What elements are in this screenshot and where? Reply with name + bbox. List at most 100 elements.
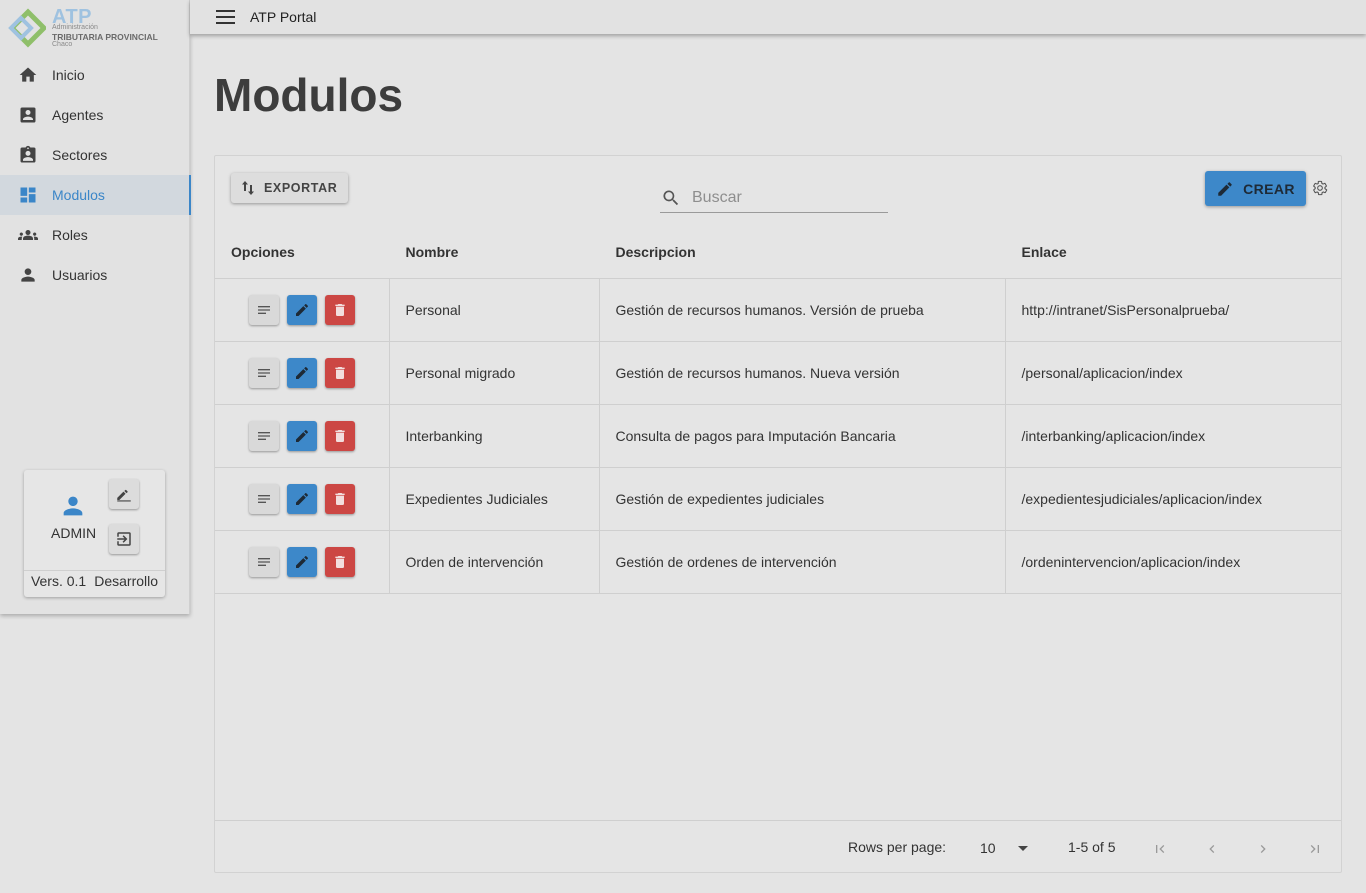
delete-row-button[interactable] xyxy=(325,421,355,451)
column-header-enlace[interactable]: Enlace xyxy=(1004,226,1341,279)
export-label: EXPORTAR xyxy=(264,181,338,195)
app-title: ATP Portal xyxy=(250,9,317,25)
logo-mark-icon xyxy=(8,8,48,48)
export-button[interactable]: EXPORTAR xyxy=(231,173,349,203)
sidebar-item-label: Sectores xyxy=(52,147,108,163)
next-page-icon[interactable] xyxy=(1251,837,1275,861)
enlace-cell: http://intranet/SisPersonalprueba/ xyxy=(1004,278,1341,342)
create-label: CREAR xyxy=(1243,180,1295,197)
column-header-opciones[interactable]: Opciones xyxy=(215,226,389,279)
descripcion-cell: Gestión de recursos humanos. Versión de … xyxy=(598,278,1005,342)
edit-row-button[interactable] xyxy=(287,547,317,577)
logo-line3: Chaco xyxy=(52,41,73,48)
table-pagination: Rows per page: 10 1-5 of 5 xyxy=(215,820,1341,873)
table-row[interactable]: Personal Gestión de recursos humanos. Ver… xyxy=(215,278,1341,342)
pencil-icon xyxy=(1218,181,1232,196)
pencil-icon xyxy=(296,367,308,379)
notes-icon xyxy=(258,558,270,566)
edit-row-button[interactable] xyxy=(287,421,317,451)
table-row[interactable]: Orden de intervención Gestión de ordenes … xyxy=(215,530,1341,594)
table-row[interactable]: Expedientes Judiciales Gestión de expedie… xyxy=(215,467,1341,531)
first-page-icon[interactable] xyxy=(1148,837,1172,861)
edit-profile-button[interactable] xyxy=(109,479,139,509)
sidebar-item-modulos[interactable]: Modulos xyxy=(0,175,191,215)
sidebar-item-inicio[interactable]: Inicio xyxy=(0,55,190,95)
assignment-ind-icon xyxy=(17,144,39,166)
enlace-cell: /interbanking/aplicacion/index xyxy=(1004,404,1341,468)
modules-table: Opciones Nombre Descripcion Enlace Perso… xyxy=(215,226,1341,594)
nombre-cell: Personal xyxy=(388,278,599,342)
options-cell xyxy=(215,278,389,342)
atp-logo[interactable]: ATP Administración TRIBUTARIA PROVINCIAL… xyxy=(6,6,186,50)
column-header-descripcion[interactable]: Descripcion xyxy=(598,226,1005,279)
table-row[interactable]: Interbanking Consulta de pagos para Imput… xyxy=(215,404,1341,468)
notes-icon xyxy=(258,369,270,377)
previous-page-icon[interactable] xyxy=(1200,837,1224,861)
environment-label: Desarrollo xyxy=(94,573,159,589)
view-details-button[interactable] xyxy=(249,421,279,451)
search-input[interactable] xyxy=(692,188,872,207)
sidebar-item-roles[interactable]: Roles xyxy=(0,215,190,255)
menu-icon[interactable] xyxy=(216,10,235,29)
options-cell xyxy=(215,467,389,531)
table-row[interactable]: Personal migrado Gestión de recursos huma… xyxy=(215,341,1341,405)
rows-per-page-select[interactable]: 10 xyxy=(980,840,996,856)
view-details-button[interactable] xyxy=(249,547,279,577)
edit-row-button[interactable] xyxy=(287,358,317,388)
enlace-cell: /expedientesjudiciales/aplicacion/index xyxy=(1004,467,1341,531)
person-icon xyxy=(17,264,39,286)
delete-row-button[interactable] xyxy=(325,547,355,577)
pencil-icon xyxy=(296,493,308,505)
logout-button[interactable] xyxy=(109,524,139,554)
people-icon xyxy=(17,224,39,246)
import-export-icon xyxy=(242,181,254,195)
chevron-down-icon[interactable] xyxy=(1017,841,1029,859)
trash-icon xyxy=(335,367,345,379)
descripcion-cell: Gestión de recursos humanos. Nueva versi… xyxy=(598,341,1005,405)
trash-icon xyxy=(335,493,345,505)
edit-row-button[interactable] xyxy=(287,295,317,325)
edit-icon xyxy=(117,489,131,502)
view-details-button[interactable] xyxy=(249,358,279,388)
sidebar-item-agentes[interactable]: Agentes xyxy=(0,95,190,135)
notes-icon xyxy=(258,306,270,314)
pencil-icon xyxy=(296,304,308,316)
sidebar-item-usuarios[interactable]: Usuarios xyxy=(0,255,190,295)
column-header-nombre[interactable]: Nombre xyxy=(388,226,599,279)
options-cell xyxy=(215,530,389,594)
delete-row-button[interactable] xyxy=(325,484,355,514)
delete-row-button[interactable] xyxy=(325,295,355,325)
rows-per-page-label: Rows per page: xyxy=(848,839,947,855)
create-button[interactable]: CREAR xyxy=(1205,171,1306,206)
trash-icon xyxy=(335,556,345,568)
search-box xyxy=(660,183,888,213)
pencil-icon xyxy=(296,430,308,442)
notes-icon xyxy=(258,495,270,503)
sidebar-item-label: Agentes xyxy=(52,107,104,123)
descripcion-cell: Consulta de pagos para Imputación Bancar… xyxy=(598,404,1005,468)
nombre-cell: Personal migrado xyxy=(388,341,599,405)
delete-row-button[interactable] xyxy=(325,358,355,388)
view-details-button[interactable] xyxy=(249,295,279,325)
table-header-row: Opciones Nombre Descripcion Enlace xyxy=(215,226,1341,279)
nombre-cell: Orden de intervención xyxy=(388,530,599,594)
app-bar: ATP Portal xyxy=(190,0,1366,34)
trash-icon xyxy=(335,430,345,442)
view-details-button[interactable] xyxy=(249,484,279,514)
notes-icon xyxy=(258,432,270,440)
home-icon xyxy=(17,64,39,86)
gear-icon[interactable] xyxy=(1312,180,1328,201)
trash-icon xyxy=(335,304,345,316)
user-card: ADMIN Vers. 0.1 Desarrollo xyxy=(24,470,165,597)
options-cell xyxy=(215,341,389,405)
last-page-icon[interactable] xyxy=(1303,837,1327,861)
edit-row-button[interactable] xyxy=(287,484,317,514)
sidebar-item-sectores[interactable]: Sectores xyxy=(0,135,190,175)
version-label: Vers. 0.1 xyxy=(30,573,87,589)
sidebar-item-label: Roles xyxy=(52,227,88,243)
page-title: Modulos xyxy=(214,69,404,121)
sidebar: ATP Administración TRIBUTARIA PROVINCIAL… xyxy=(0,0,191,614)
sidebar-item-label: Usuarios xyxy=(52,267,108,283)
enlace-cell: /ordenintervencion/aplicacion/index xyxy=(1004,530,1341,594)
version-footer: Vers. 0.1 Desarrollo xyxy=(24,570,165,589)
